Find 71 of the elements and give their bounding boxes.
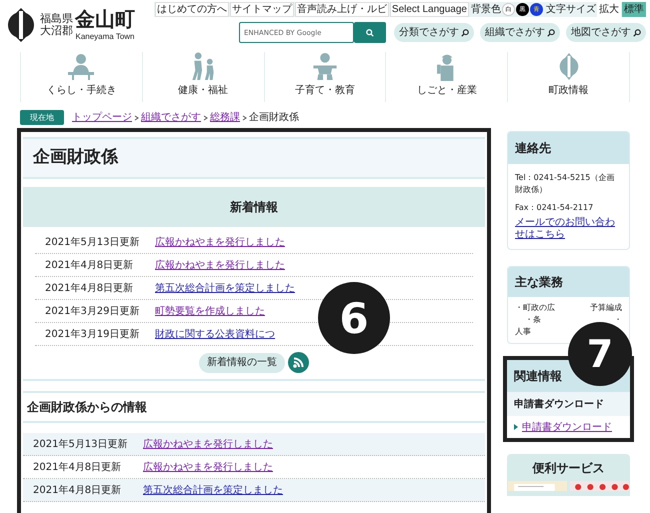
duty-text: ・条 [525,314,541,326]
find-button[interactable]: 地図でさがす [566,23,646,42]
search-button[interactable] [354,22,386,43]
update-date: 2021年4月8日更新 [33,460,122,474]
chevron-icon [203,114,208,120]
breadcrumb-current: 企画財政係 [249,110,299,125]
baby-icon [312,52,338,81]
utility-link[interactable]: 音声読み上げ・ルビ [294,2,389,17]
update-date: 2021年3月29日更新 [45,304,141,318]
news-link[interactable]: 町勢要覧を作成しました [155,304,265,318]
prefecture-text: 福島県 [40,13,73,25]
location-label: 現在地 [20,110,64,125]
duty-text: ・町政の広 [515,302,555,314]
phone-text: Tel：0241-54-5215（企画財政係） [515,172,616,196]
rss-icon[interactable] [288,352,309,373]
news-link[interactable]: 第五次総合計画を策定しました [143,482,283,498]
district-text: 大沼郡 [40,25,73,37]
find-button[interactable]: 分類でさがす [394,23,474,42]
related-subheading: 申請書ダウンロード [514,398,604,412]
chevron-icon [134,114,139,120]
breadcrumb-link[interactable]: 総務課 [210,110,240,125]
update-date: 2021年4月8日更新 [45,282,134,296]
update-date: 2021年5月13日更新 [45,236,141,250]
mail-link[interactable]: メールでのお問い合わせはこちら [515,217,622,241]
nav-item[interactable]: しごと・産業 [385,52,508,102]
duties-heading: 主な業務 [515,274,563,291]
chevron-icon [242,114,247,120]
contact-heading: 連絡先 [515,140,551,157]
font-size-button[interactable]: 拡大 [597,2,621,17]
news-heading: 新着情報 [230,199,278,216]
section-heading: 企画財政係からの情報 [27,399,147,416]
related-heading: 関連情報 [514,368,562,385]
triangle-icon [514,424,518,430]
breadcrumb-link[interactable]: トップページ [72,110,132,125]
town-english-name: Kaneyama Town [76,31,134,43]
person-at-desk-icon [66,53,96,81]
duty-text: 予算編成 [590,302,622,314]
update-date: 2021年3月19日更新 [45,328,141,342]
bg-color-label: 背景色 [471,2,501,17]
update-date: 2021年5月13日更新 [33,438,129,452]
nav-item[interactable]: 町政情報 [507,52,630,102]
search-icon [547,28,555,36]
news-link[interactable]: 財政に関する公表資料につ [155,326,275,342]
news-list-button[interactable]: 新着情報の一覧 [199,352,285,372]
utility-link[interactable]: はじめての方へ [154,2,229,17]
update-date: 2021年4月8日更新 [45,258,134,272]
news-link[interactable]: 第五次総合計画を策定しました [155,280,295,296]
news-link[interactable]: 広報かねやまを発行しました [143,460,273,474]
fax-text: Fax：0241-54-2117 [515,202,594,214]
search-icon [461,28,469,36]
duty-text: 人事 [515,327,531,336]
search-icon [366,28,374,36]
utility-link[interactable]: サイトマップ [230,2,294,17]
callout-badge: 7 [568,322,632,386]
nav-item[interactable]: 子育て・教育 [264,52,386,102]
find-button[interactable]: 組織でさがす [480,23,560,42]
nav-item[interactable]: 健康・福祉 [142,52,264,102]
news-link[interactable]: 広報かねやまを発行しました [155,234,285,250]
download-link[interactable]: 申請書ダウンロード [522,420,612,434]
town-name: 金山町 [75,7,135,31]
font-size-label: 文字サイズ [546,2,596,17]
news-link[interactable]: 広報かねやまを発行しました [143,436,273,452]
news-link[interactable]: 広報かねやまを発行しました [155,258,285,272]
search-icon [633,28,641,36]
breadcrumb-link[interactable]: 組織でさがす [141,110,201,125]
page-title: 企画財政係 [33,146,118,170]
update-date: 2021年4月8日更新 [33,484,122,498]
font-size-button[interactable]: 標準 [622,2,646,17]
services-heading: 便利サービス [532,460,604,477]
nav-item[interactable]: くらし・手続き [20,52,142,102]
utility-link[interactable]: Select Language [390,2,469,17]
